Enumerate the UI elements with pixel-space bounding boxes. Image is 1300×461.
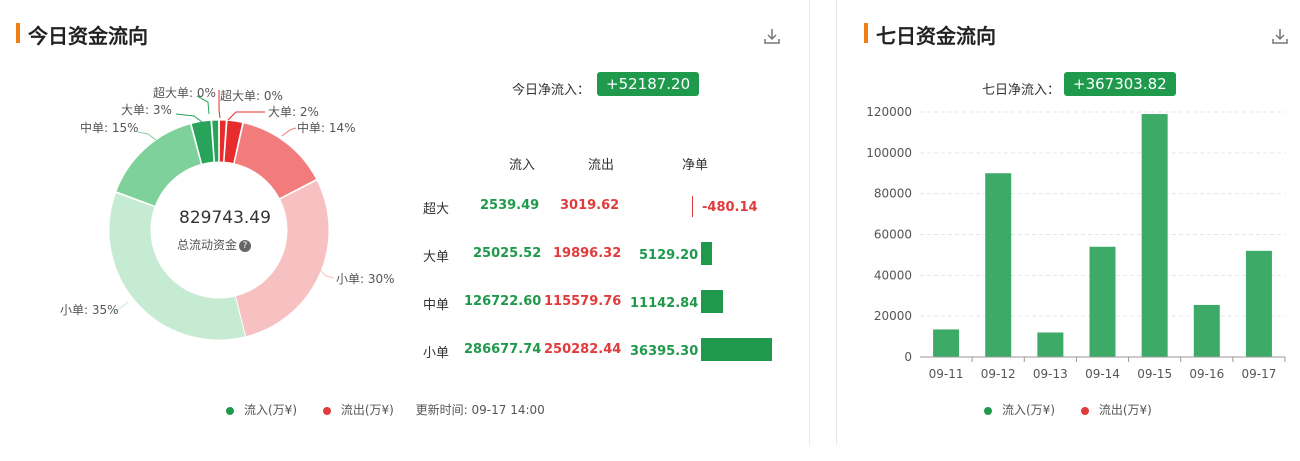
left-legend: 流入(万¥) 流出(万¥) 更新时间: 09-17 14:00 [226,401,545,418]
donut-slice-label: 大单: 3% [121,103,172,117]
left-download-icon[interactable] [763,27,781,45]
donut-slice-label: 超大单: 0% [220,88,283,103]
table-header-net: 净单 [682,158,709,173]
bar[interactable] [1193,304,1220,357]
y-tick-label: 40000 [874,268,912,282]
donut-leader-line [175,113,203,123]
today-net-label: 今日净流入： [512,83,591,98]
net-bar [701,338,772,361]
x-tick-label: 09-16 [1189,367,1224,381]
donut-slice-label: 小单: 35% [60,303,119,317]
donut-center-label-wrap: 总流动资金? [177,236,252,253]
bar[interactable] [1141,114,1168,358]
table-cell-net: 11142.84 [630,296,699,311]
legend-inflow[interactable]: 流入(万¥) [226,403,297,417]
donut-slice-label: 中单: 14% [297,120,356,135]
donut-center-value: 829743.49 [179,208,271,228]
table-cell-outflow: 3019.62 [560,198,620,213]
table-cell-net: 5129.20 [639,248,699,263]
donut-slice-label: 中单: 15% [80,120,139,135]
donut-leader-line [137,131,157,141]
x-tick-label: 09-14 [1085,367,1120,381]
donut-slice[interactable] [115,123,202,207]
help-icon[interactable]: ? [239,239,252,252]
right-download-icon[interactable] [1271,27,1289,45]
y-tick-label: 120000 [866,105,912,119]
net-bar-negative [692,196,693,217]
table-row-label: 超大 [423,202,450,217]
seven-day-bar-chart: 0 20000 40000 60000 80000 100000 120000 09-11 09… [866,105,1286,381]
x-tick-label: 09-12 [981,367,1016,381]
donut-center-label: 总流动资金 [177,238,238,252]
x-tick-label: 09-15 [1137,367,1172,381]
right-title-accent [864,23,868,43]
donut-slice-label: 小单: 30% [336,272,395,286]
today-net-value: +52187.20 [597,72,700,96]
left-title-accent [16,23,20,43]
panel-divider [836,0,837,445]
table-cell-inflow: 2539.49 [480,198,540,213]
bar[interactable] [933,329,960,357]
y-tick-label: 20000 [874,309,912,323]
donut-leader-line [227,111,265,121]
table-row-label: 大单 [423,250,450,265]
x-tick-label: 09-17 [1241,367,1276,381]
right-legend: 流入(万¥) 流出(万¥) [984,401,1152,418]
table-cell-inflow: 286677.74 [464,342,542,357]
table-cell-net: 36395.30 [630,344,699,359]
x-tick-label: 09-13 [1033,367,1068,381]
net-bar [701,290,723,313]
table-cell-outflow: 115579.76 [544,294,622,309]
seven-day-net-value: +367303.82 [1064,72,1176,96]
table-header-outflow: 流出 [588,158,615,173]
table-cell-net: -480.14 [702,200,758,215]
legend-outflow[interactable]: 流出(万¥) [322,403,394,417]
donut-slice[interactable] [228,179,330,340]
panel-divider [809,0,810,445]
bar[interactable] [1089,246,1116,357]
donut-leader-line [319,269,335,279]
bar[interactable] [1037,332,1064,358]
x-tick-label: 09-11 [929,367,964,381]
y-tick-label: 100000 [866,146,912,160]
table-row-label: 小单 [423,346,450,361]
legend-outflow[interactable]: 流出(万¥) [1080,403,1152,417]
y-tick-label: 60000 [874,228,912,242]
table-header-inflow: 流入 [509,158,536,173]
update-time: 更新时间: 09-17 14:00 [415,403,545,417]
table-cell-inflow: 126722.60 [464,294,542,309]
y-tick-label: 80000 [874,187,912,201]
y-tick-label: 0 [904,350,912,364]
donut-slice-label: 大单: 2% [268,105,319,119]
donut-leader-line [281,127,297,137]
table-cell-outflow: 19896.32 [553,246,622,261]
right-panel-title: 七日资金流向 [876,24,996,48]
legend-inflow[interactable]: 流入(万¥) [984,403,1055,417]
net-bar [701,242,712,265]
table-row-label: 中单 [423,298,450,313]
bar[interactable] [1245,250,1272,357]
table-cell-outflow: 250282.44 [544,342,622,357]
table-cell-inflow: 25025.52 [473,246,542,261]
donut-slice-label: 超大单: 0% [153,85,216,100]
bar[interactable] [985,173,1012,357]
left-panel-title: 今日资金流向 [28,24,148,48]
